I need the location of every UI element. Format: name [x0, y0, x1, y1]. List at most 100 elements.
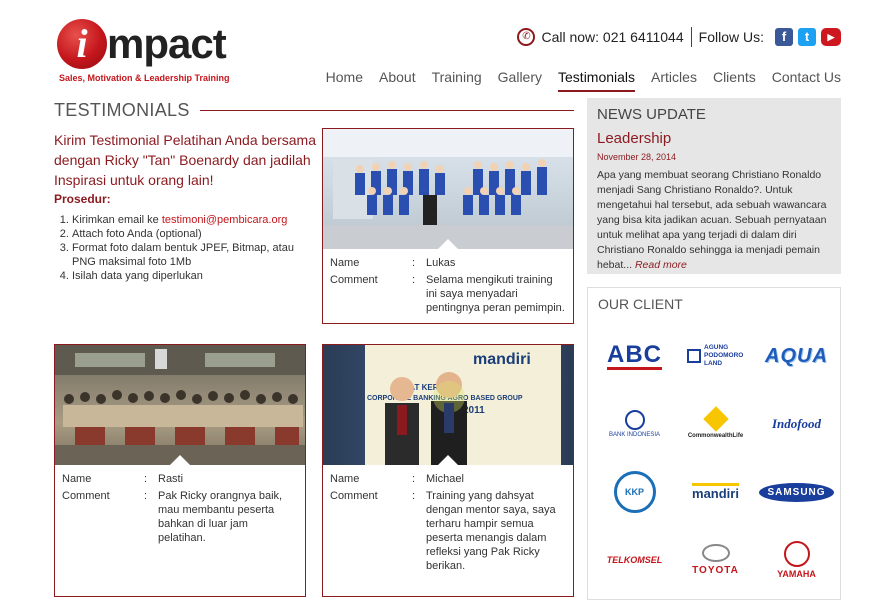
colon: : — [412, 473, 416, 485]
testimonial-meta: Name: Rasti Comment: Pak Ricky orangnya ba… — [62, 472, 297, 548]
testimonial-name: Michael — [426, 473, 464, 485]
news-date: November 28, 2014 — [597, 152, 677, 162]
yamaha-emblem-icon — [783, 541, 810, 567]
testimonial-name: Rasti — [158, 473, 184, 485]
group-photo-illustration — [323, 129, 573, 249]
news-heading: NEWS UPDATE — [597, 106, 706, 123]
nav-home[interactable]: Home — [326, 69, 363, 92]
two-people-illustration — [385, 372, 467, 465]
facebook-icon[interactable]: f — [775, 28, 793, 46]
client-logo-indofood[interactable]: Indofood — [756, 390, 837, 458]
intro-text: Kirim Testimonial Pelatihan Anda bersama… — [54, 132, 316, 188]
client-logo-text: TOYOTA — [692, 565, 739, 576]
news-body-text: Apa yang membuat seorang Christiano Rona… — [597, 169, 827, 271]
client-logo-text: AGUNG PODOMORO LAND — [704, 344, 744, 367]
step-text: Kirimkan email ke — [72, 214, 162, 226]
divider — [690, 27, 692, 47]
nav-clients[interactable]: Clients — [713, 69, 756, 92]
nav-about[interactable]: About — [379, 69, 416, 92]
logo-tagline: Sales, Motivation & Leadership Training — [59, 73, 230, 83]
client-logo-text: CommonwealthLife — [687, 432, 744, 439]
news-excerpt: Apa yang membuat seorang Christiano Rona… — [597, 168, 833, 273]
toyota-emblem-icon — [701, 544, 730, 562]
client-logo-mandiri[interactable]: mandiri — [675, 458, 756, 526]
procedure-step: Format foto dalam bentuk JPEF, Bitmap, a… — [72, 241, 317, 269]
colon: : — [412, 274, 416, 286]
section-heading: TESTIMONIALS — [54, 100, 574, 121]
comment-label: Comment — [330, 490, 378, 502]
email-link[interactable]: testimoni@pembicara.org — [162, 214, 288, 226]
testimonial-photo: mandiri RAPAT KERJA CORPORATE BANKING AG… — [323, 345, 573, 465]
news-title-link[interactable]: Leadership — [597, 130, 671, 147]
photo-notch — [438, 455, 458, 465]
testimonial-card-michael: mandiri RAPAT KERJA CORPORATE BANKING AG… — [322, 344, 574, 597]
photo-notch — [438, 239, 458, 249]
client-logo-agung-podomoro[interactable]: AGUNG PODOMORO LAND — [675, 322, 756, 390]
podomoro-mark-icon — [687, 349, 701, 363]
testimonial-meta: Name: Lukas Comment: Selama mengikuti trai… — [330, 256, 565, 318]
client-logo-text: SAMSUNG — [759, 482, 834, 502]
client-logo-kementerian-kkp[interactable]: KKP — [594, 458, 675, 526]
nav-gallery[interactable]: Gallery — [498, 69, 542, 92]
nav-articles[interactable]: Articles — [651, 69, 697, 92]
colon: : — [412, 490, 416, 502]
testimonial-comment: Pak Ricky orangnya baik, mau membantu pe… — [158, 490, 283, 544]
youtube-icon[interactable]: ▶ — [821, 28, 841, 46]
nav-contact-us[interactable]: Contact Us — [772, 69, 841, 92]
comment-label: Comment — [62, 490, 110, 502]
news-update-panel: NEWS UPDATE Leadership November 28, 2014… — [587, 98, 841, 274]
kkp-emblem-icon: KKP — [613, 471, 656, 513]
name-label: Name — [62, 473, 92, 485]
twitter-icon[interactable]: t — [798, 28, 816, 46]
client-logo-samsung[interactable]: SAMSUNG — [756, 458, 837, 526]
client-logo-grid: ABC AGUNG PODOMORO LAND AQUA BANK INDONE… — [594, 322, 838, 594]
testimonial-name: Lukas — [426, 257, 456, 269]
nav-training[interactable]: Training — [432, 69, 482, 92]
follow-us-label: Follow Us: — [698, 29, 764, 45]
testimonial-photo — [55, 345, 305, 465]
procedure-step: Attach foto Anda (optional) — [72, 227, 317, 241]
colon: : — [144, 490, 148, 502]
nav-testimonials[interactable]: Testimonials — [558, 69, 636, 92]
client-logo-text: YAMAHA — [777, 569, 816, 579]
procedure-title: Prosedur: — [54, 192, 111, 206]
procedure-step: Kirimkan email ke testimoni@pembicara.or… — [72, 213, 317, 227]
clients-heading: OUR CLIENT — [598, 296, 683, 312]
name-label: Name — [330, 257, 360, 269]
procedure-step: Isilah data yang diperlukan — [72, 269, 317, 283]
client-logo-commonwealth[interactable]: CommonwealthLife — [675, 390, 756, 458]
phone-icon: ✆ — [517, 28, 536, 46]
client-logo-aqua[interactable]: AQUA — [756, 322, 837, 390]
testimonial-card-lukas: Name: Lukas Comment: Selama mengikuti trai… — [322, 128, 574, 324]
main-nav: Home About Training Gallery Testimonials… — [310, 69, 841, 92]
procedure-list: Kirimkan email ke testimoni@pembicara.or… — [72, 213, 317, 283]
read-more-link[interactable]: Read more — [635, 259, 687, 271]
name-label: Name — [330, 473, 360, 485]
colon: : — [144, 473, 148, 485]
client-logo-text: TELKOMSEL — [606, 555, 663, 565]
client-logo-yamaha[interactable]: YAMAHA — [756, 526, 837, 594]
photo-notch — [170, 455, 190, 465]
testimonial-comment: Training yang dahsyat dengan mentor saya… — [426, 490, 556, 572]
client-logo-telkomsel[interactable]: TELKOMSEL — [594, 526, 675, 594]
classroom-photo-illustration — [55, 345, 305, 465]
client-logo-text: Indofood — [771, 416, 822, 431]
our-client-panel: OUR CLIENT ABC AGUNG PODOMORO LAND AQUA … — [587, 287, 841, 600]
colon: : — [412, 257, 416, 269]
client-logo-text: BANK INDONESIA — [608, 432, 660, 438]
testimonial-comment: Selama mengikuti training ini saya menya… — [426, 274, 565, 314]
heading-rule — [199, 110, 574, 111]
client-logo-toyota[interactable]: TOYOTA — [675, 526, 756, 594]
call-now-text: Call now: 021 6411044 — [541, 29, 684, 45]
commonwealth-diamond-icon — [702, 405, 729, 432]
client-logo-abc[interactable]: ABC — [594, 322, 675, 390]
logo-mark: i — [57, 19, 107, 69]
client-logo-bank-indonesia[interactable]: BANK INDONESIA — [594, 390, 675, 458]
testimonial-card-rasti: Name: Rasti Comment: Pak Ricky orangnya ba… — [54, 344, 306, 597]
client-logo-text: mandiri — [692, 483, 739, 501]
client-logo-text: AQUA — [765, 344, 828, 367]
site-logo[interactable]: i mpact Sales, Motivation & Leadership T… — [57, 17, 230, 85]
bi-emblem-icon — [624, 410, 645, 430]
client-logo-text: ABC — [607, 340, 662, 370]
comment-label: Comment — [330, 274, 378, 286]
